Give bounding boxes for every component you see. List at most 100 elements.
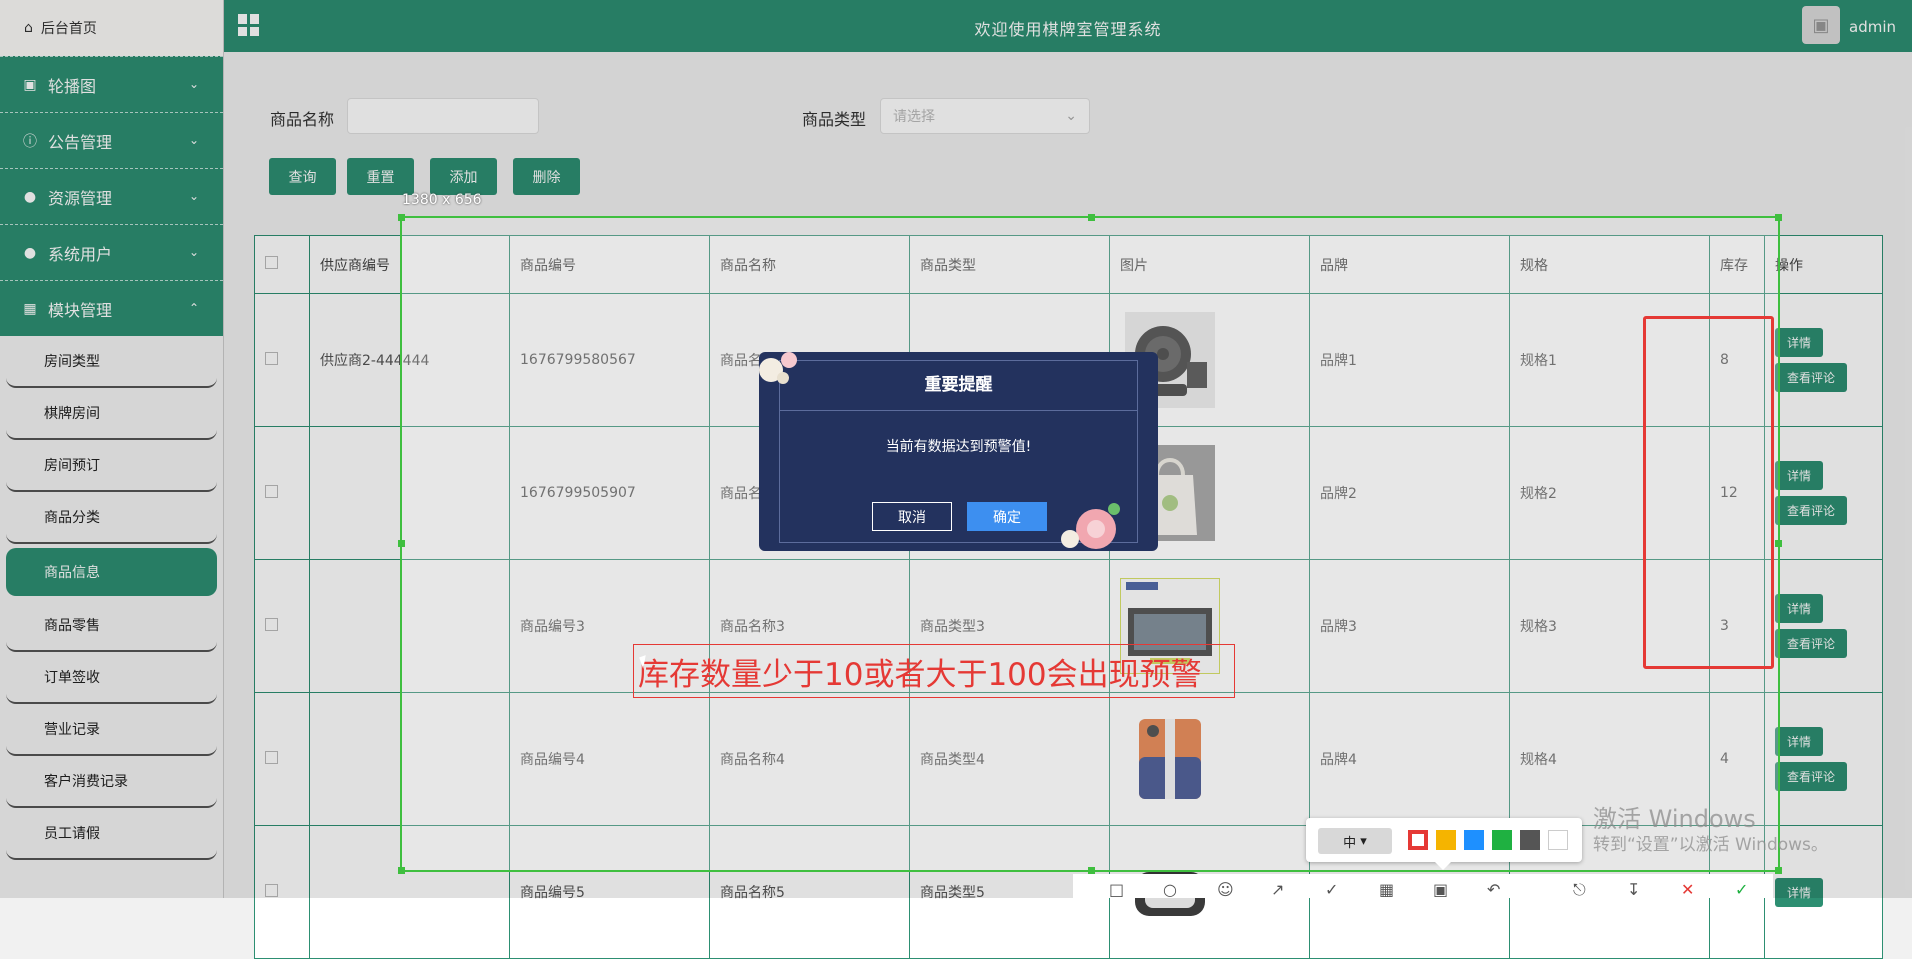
detail-button[interactable]: 详情	[1775, 727, 1823, 756]
sidebar-item-goods-info[interactable]: 商品信息	[6, 548, 217, 596]
group-label: 模块管理	[48, 297, 112, 321]
sidebar-group-modules[interactable]: ▦ 模块管理 ⌃	[0, 280, 223, 336]
annotation-style-toolbar: 中 ▾	[1306, 818, 1582, 862]
item-label: 房间类型	[44, 351, 100, 371]
cancel-button[interactable]: 取消	[872, 502, 952, 531]
arrow-tool-icon[interactable]: ↗	[1271, 880, 1284, 899]
annotation-text[interactable]: 库存数量少于10或者大于100会出现预警	[633, 644, 1235, 698]
sidebar-item-room-type[interactable]: 房间类型	[6, 336, 217, 388]
sidebar-group-notice[interactable]: ⓘ 公告管理 ⌄	[0, 112, 223, 168]
color-swatch-white[interactable]	[1548, 830, 1568, 850]
resize-handle[interactable]	[398, 214, 405, 221]
view-reviews-button[interactable]: 查看评论	[1775, 762, 1847, 791]
flower-decoration-icon	[1056, 497, 1128, 557]
dialog-message: 当前有数据达到预警值!	[759, 436, 1158, 456]
item-label: 商品分类	[44, 507, 100, 527]
cell-actions: 详情 查看评论	[1765, 294, 1883, 427]
mosaic-tool-icon[interactable]: ▦	[1379, 880, 1394, 899]
row-checkbox[interactable]	[265, 485, 278, 498]
color-swatch-gray[interactable]	[1520, 830, 1540, 850]
pen-tool-icon[interactable]: ✓	[1325, 880, 1338, 899]
resize-handle[interactable]	[1775, 214, 1782, 221]
color-swatch-green[interactable]	[1492, 830, 1512, 850]
delete-button[interactable]: 删除	[513, 158, 580, 195]
row-checkbox[interactable]	[265, 618, 278, 631]
text-tool-icon[interactable]: ▣	[1433, 880, 1448, 899]
detail-button[interactable]: 详情	[1775, 878, 1823, 907]
pen-size-select[interactable]: 中 ▾	[1318, 828, 1392, 854]
rectangle-tool-icon[interactable]: □	[1109, 880, 1124, 899]
sidebar-group-carousel[interactable]: ▣ 轮播图 ⌄	[0, 56, 223, 112]
sidebar-home[interactable]: ⌂ 后台首页	[0, 0, 223, 56]
resize-handle[interactable]	[398, 540, 405, 547]
color-swatch-yellow[interactable]	[1436, 830, 1456, 850]
avatar[interactable]: ▣	[1802, 6, 1840, 44]
sidebar-item-business-record[interactable]: 营业记录	[6, 704, 217, 756]
user-icon: ●	[22, 245, 38, 261]
color-swatch-red[interactable]	[1408, 830, 1428, 850]
name-input[interactable]	[347, 98, 539, 134]
sidebar-item-staff-leave[interactable]: 员工请假	[6, 808, 217, 860]
query-button[interactable]: 查询	[269, 158, 336, 195]
pin-icon[interactable]: ⎋	[1573, 880, 1586, 900]
resize-handle[interactable]	[1088, 867, 1095, 874]
chevron-down-icon: ⌄	[189, 189, 199, 203]
type-label: 商品类型	[802, 106, 866, 130]
sidebar-item-booking[interactable]: 房间预订	[6, 440, 217, 492]
resize-handle[interactable]	[1775, 540, 1782, 547]
view-reviews-button[interactable]: 查看评论	[1775, 629, 1847, 658]
row-select	[255, 560, 310, 693]
row-select	[255, 427, 310, 560]
warning-dialog: 重要提醒 当前有数据达到预警值! 取消 确定	[759, 352, 1158, 551]
sidebar-group-users[interactable]: ● 系统用户 ⌄	[0, 224, 223, 280]
view-reviews-button[interactable]: 查看评论	[1775, 496, 1847, 525]
grid-icon: ▦	[22, 301, 38, 317]
top-bar: 欢迎使用棋牌室管理系统 ▣ admin	[224, 0, 1912, 52]
cell-actions: 详情 查看评论	[1765, 560, 1883, 693]
item-label: 商品信息	[44, 562, 100, 582]
confirm-check-icon[interactable]: ✓	[1735, 880, 1748, 899]
detail-button[interactable]: 详情	[1775, 594, 1823, 623]
item-label: 商品零售	[44, 615, 100, 635]
sidebar-item-customer-consume[interactable]: 客户消费记录	[6, 756, 217, 808]
chevron-down-icon: ⌄	[189, 245, 199, 259]
view-reviews-button[interactable]: 查看评论	[1775, 363, 1847, 392]
sidebar-group-resource[interactable]: ● 资源管理 ⌄	[0, 168, 223, 224]
item-label: 棋牌房间	[44, 403, 100, 423]
close-icon[interactable]: ✕	[1681, 880, 1694, 899]
info-icon: ⓘ	[22, 131, 38, 151]
resize-handle[interactable]	[1775, 867, 1782, 874]
sidebar-item-order-sign[interactable]: 订单签收	[6, 652, 217, 704]
emoji-tool-icon[interactable]: ☺	[1217, 880, 1234, 899]
save-icon[interactable]: ↧	[1627, 880, 1640, 899]
detail-button[interactable]: 详情	[1775, 328, 1823, 357]
ellipse-tool-icon[interactable]: ○	[1163, 880, 1177, 899]
reset-button[interactable]: 重置	[347, 158, 414, 195]
row-checkbox[interactable]	[265, 352, 278, 365]
add-button[interactable]: 添加	[430, 158, 497, 195]
row-select	[255, 826, 310, 959]
chevron-down-icon: ⌄	[1065, 108, 1077, 124]
page-title: 欢迎使用棋牌室管理系统	[224, 16, 1912, 40]
color-swatch-blue[interactable]	[1464, 830, 1484, 850]
username[interactable]: admin	[1849, 18, 1896, 36]
resize-handle[interactable]	[398, 867, 405, 874]
bulb-icon: ●	[22, 189, 38, 205]
type-select-placeholder: 请选择	[893, 106, 935, 126]
detail-button[interactable]: 详情	[1775, 461, 1823, 490]
annotation-rectangle[interactable]	[1643, 316, 1774, 669]
sidebar-item-rooms[interactable]: 棋牌房间	[6, 388, 217, 440]
row-checkbox[interactable]	[265, 751, 278, 764]
select-all-checkbox[interactable]	[265, 256, 278, 269]
undo-icon[interactable]: ↶	[1487, 880, 1500, 899]
resize-handle[interactable]	[1088, 214, 1095, 221]
group-label: 资源管理	[48, 185, 112, 209]
home-icon: ⌂	[24, 20, 33, 36]
confirm-button[interactable]: 确定	[967, 502, 1047, 531]
row-checkbox[interactable]	[265, 884, 278, 897]
home-label: 后台首页	[41, 18, 97, 38]
sidebar-item-retail[interactable]: 商品零售	[6, 600, 217, 652]
sidebar-item-goods-category[interactable]: 商品分类	[6, 492, 217, 544]
image-icon: ▣	[22, 77, 38, 93]
type-select[interactable]: 请选择 ⌄	[880, 98, 1090, 134]
